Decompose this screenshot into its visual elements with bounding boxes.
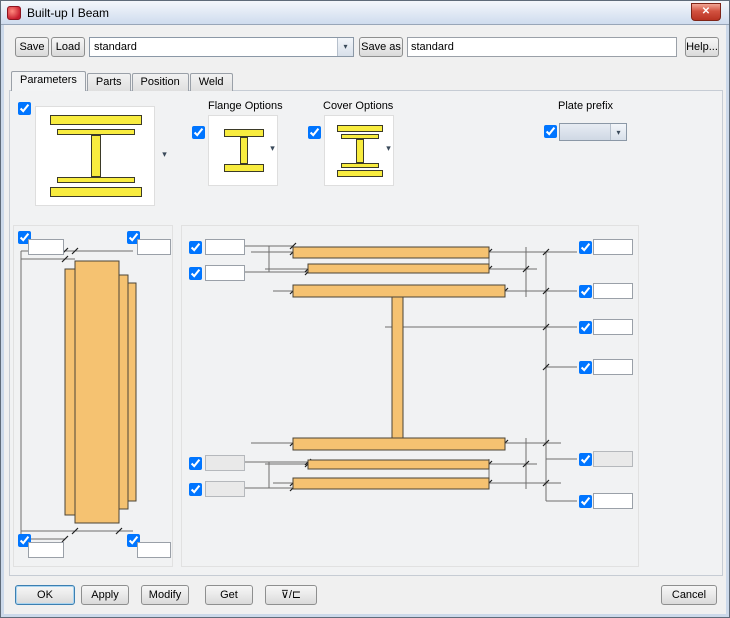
side-strip-right-1 xyxy=(118,274,129,510)
cs-right-field-5[interactable] xyxy=(593,451,633,467)
toggle-checkboxes-button[interactable]: ⊽/⊏ xyxy=(265,585,317,605)
side-dim-field-top-left[interactable] xyxy=(28,239,64,255)
tab-strip: Parameters Parts Position Weld xyxy=(11,71,234,91)
bottom-flange-plate xyxy=(292,437,506,451)
bottom-cover-plate xyxy=(292,477,490,490)
beam-side-view-drawing xyxy=(20,247,137,543)
cs-right-checkbox-5[interactable] xyxy=(579,453,592,466)
main-profile-preview[interactable] xyxy=(35,106,155,206)
side-dim-field-top-right[interactable] xyxy=(137,239,171,255)
get-button[interactable]: Get xyxy=(205,585,253,605)
chevron-down-icon[interactable]: ▾ xyxy=(610,124,626,140)
side-dim-field-bottom-right[interactable] xyxy=(137,542,171,558)
plate-prefix-label: Plate prefix xyxy=(558,100,614,112)
cover-options-label: Cover Options xyxy=(323,100,394,112)
plate-prefix-combobox[interactable]: ▾ xyxy=(559,123,627,141)
builtup-ibeam-dialog: Built-up I Beam ✕ Save Load standard ▾ S… xyxy=(0,0,730,618)
top-flange-plate xyxy=(292,284,506,298)
cs-left-field-1[interactable] xyxy=(205,239,245,255)
cover-top-cover-bar xyxy=(337,125,383,132)
bottom-inner-plate xyxy=(307,459,490,470)
side-strip-right-2 xyxy=(127,282,137,502)
cs-right-field-4[interactable] xyxy=(593,359,633,375)
apply-button[interactable]: Apply xyxy=(81,585,129,605)
cs-right-checkbox-1[interactable] xyxy=(579,241,592,254)
cover-options-checkbox[interactable] xyxy=(308,126,321,139)
cover-bottom-flange-bar xyxy=(341,163,379,168)
cs-right-checkbox-4[interactable] xyxy=(579,361,592,374)
flange-options-label: Flange Options xyxy=(208,100,283,112)
cs-right-field-1[interactable] xyxy=(593,239,633,255)
cs-right-field-6[interactable] xyxy=(593,493,633,509)
cs-left-checkbox-4[interactable] xyxy=(189,483,202,496)
preview-bottom-flange-bar xyxy=(57,177,135,183)
preview-web-bar xyxy=(91,135,101,177)
plate-prefix-value xyxy=(560,131,610,133)
top-inner-plate xyxy=(307,263,490,274)
cs-left-field-4[interactable] xyxy=(205,481,245,497)
main-preview-dropdown-icon[interactable]: ▾ xyxy=(158,148,171,161)
cs-left-checkbox-1[interactable] xyxy=(189,241,202,254)
load-button[interactable]: Load xyxy=(51,37,85,57)
flange-web-bar xyxy=(240,137,248,164)
cover-bottom-cover-bar xyxy=(337,170,383,177)
help-button[interactable]: Help... xyxy=(685,37,719,57)
cover-web-bar xyxy=(356,139,364,163)
cs-left-checkbox-2[interactable] xyxy=(189,267,202,280)
title-bar[interactable]: Built-up I Beam xyxy=(1,1,729,25)
tab-parameters[interactable]: Parameters xyxy=(11,71,86,91)
side-strip-main xyxy=(74,260,120,524)
preset-combobox[interactable]: standard ▾ xyxy=(89,37,354,57)
cover-preview-dropdown-icon[interactable]: ▾ xyxy=(382,142,395,155)
tab-position[interactable]: Position xyxy=(131,73,189,91)
side-strip-left xyxy=(64,268,76,516)
window-title: Built-up I Beam xyxy=(27,5,110,20)
flange-bottom-bar xyxy=(224,164,264,172)
cs-left-checkbox-3[interactable] xyxy=(189,457,202,470)
flange-top-bar xyxy=(224,129,264,137)
save-as-name-input[interactable] xyxy=(407,37,677,57)
ok-button[interactable]: OK xyxy=(15,585,75,605)
beam-cross-section-drawing xyxy=(245,242,577,502)
cs-right-checkbox-2[interactable] xyxy=(579,285,592,298)
side-dim-field-bottom-left[interactable] xyxy=(28,542,64,558)
chevron-down-icon[interactable]: ▾ xyxy=(337,38,353,56)
close-icon[interactable]: ✕ xyxy=(691,3,721,21)
plate-prefix-checkbox[interactable] xyxy=(544,125,557,138)
flange-preview-dropdown-icon[interactable]: ▾ xyxy=(266,142,279,155)
cs-left-field-3[interactable] xyxy=(205,455,245,471)
cs-right-checkbox-6[interactable] xyxy=(579,495,592,508)
cs-right-field-3[interactable] xyxy=(593,319,633,335)
main-profile-checkbox[interactable] xyxy=(18,102,31,115)
preview-top-cover-bar xyxy=(50,115,142,125)
web-plate xyxy=(391,296,404,439)
preview-bottom-cover-bar xyxy=(50,187,142,197)
tab-parts[interactable]: Parts xyxy=(86,73,131,91)
preset-value: standard xyxy=(94,41,137,53)
cs-right-field-2[interactable] xyxy=(593,283,633,299)
top-cover-plate xyxy=(292,246,490,259)
save-button[interactable]: Save xyxy=(15,37,49,57)
modify-button[interactable]: Modify xyxy=(141,585,189,605)
cancel-button[interactable]: Cancel xyxy=(661,585,717,605)
app-logo-icon xyxy=(7,5,21,20)
save-as-button[interactable]: Save as xyxy=(359,37,403,57)
cs-left-field-2[interactable] xyxy=(205,265,245,281)
tab-weld[interactable]: Weld xyxy=(189,73,233,91)
flange-options-checkbox[interactable] xyxy=(192,126,205,139)
cs-right-checkbox-3[interactable] xyxy=(579,321,592,334)
